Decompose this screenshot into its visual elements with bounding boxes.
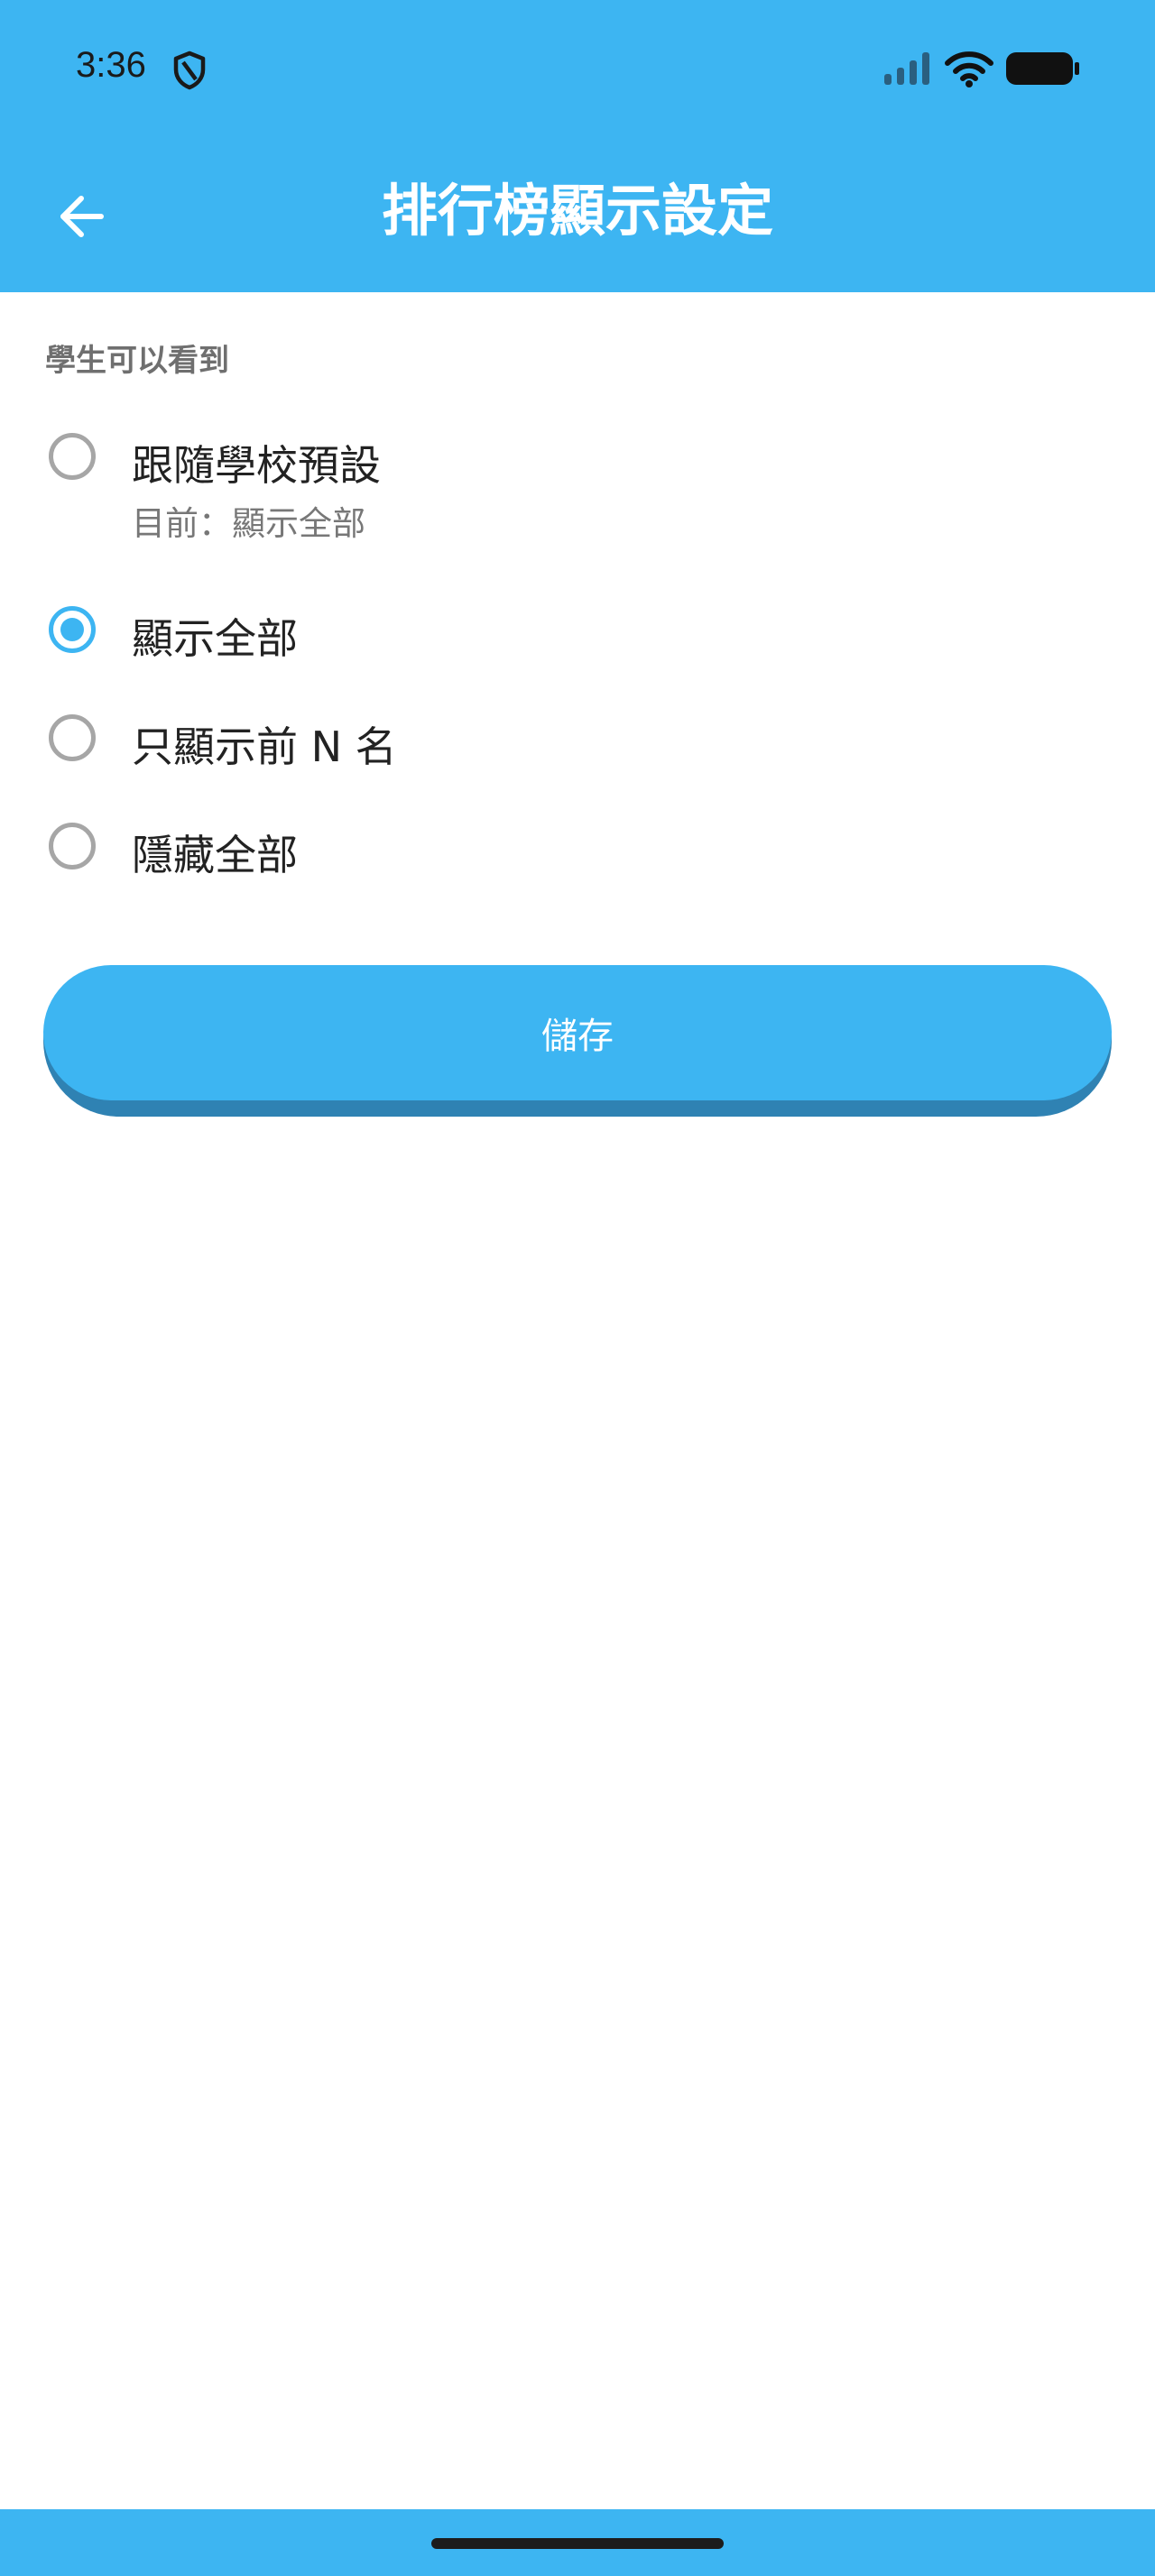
status-time: 3:36 bbox=[76, 45, 146, 85]
save-button[interactable]: 儲存 bbox=[43, 965, 1112, 1117]
option-follow-school-default[interactable]: 跟隨學校預設 目前：顯示全部 bbox=[45, 415, 587, 559]
page-title: 排行榜顯示設定 bbox=[381, 178, 773, 244]
option-hide-all[interactable]: 隱藏全部 bbox=[45, 805, 587, 895]
option-label: 隱藏全部 bbox=[132, 831, 298, 879]
home-indicator[interactable] bbox=[431, 2538, 724, 2549]
signal-icon bbox=[884, 52, 929, 85]
save-button-label: 儲存 bbox=[541, 1016, 614, 1057]
shield-icon bbox=[173, 51, 206, 90]
status-bar: 3:36 bbox=[0, 0, 1155, 135]
option-label: 只顯示前 N 名 bbox=[132, 722, 397, 771]
section-label: 學生可以看到 bbox=[45, 343, 229, 379]
save-button-face: 儲存 bbox=[43, 965, 1112, 1100]
radio-button[interactable] bbox=[49, 823, 96, 869]
radio-button[interactable] bbox=[49, 714, 96, 761]
system-navigation-bar bbox=[0, 2509, 1155, 2576]
radio-button-selected[interactable] bbox=[49, 606, 96, 653]
option-label: 顯示全部 bbox=[132, 614, 298, 663]
wifi-icon bbox=[945, 51, 993, 87]
option-show-all[interactable]: 顯示全部 bbox=[45, 588, 587, 678]
app-bar: 排行榜顯示設定 bbox=[0, 135, 1155, 292]
option-show-top-n[interactable]: 只顯示前 N 名 bbox=[45, 696, 587, 787]
radio-button[interactable] bbox=[49, 433, 96, 480]
battery-icon bbox=[1006, 52, 1079, 85]
option-current-value: 目前：顯示全部 bbox=[132, 504, 365, 543]
option-label: 跟隨學校預設 bbox=[132, 441, 381, 490]
